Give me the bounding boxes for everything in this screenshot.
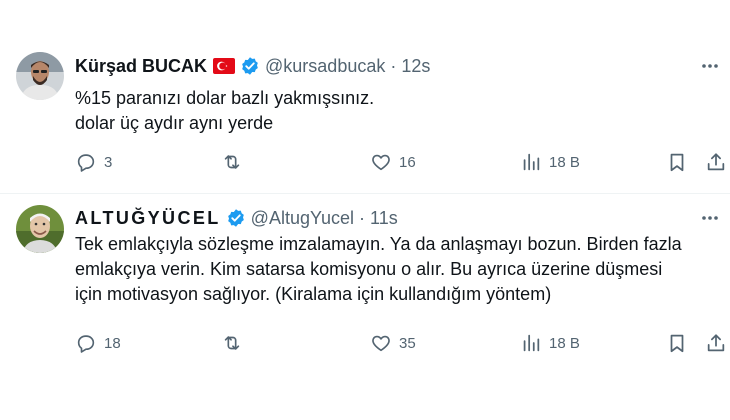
views-count: 18 B bbox=[549, 153, 580, 171]
tweet-text-line: Tek emlakçıyla sözleşme imzalamayın. Ya … bbox=[75, 234, 682, 254]
reply-icon bbox=[77, 154, 95, 172]
separator: · bbox=[390, 55, 397, 76]
reply-count: 18 bbox=[104, 334, 121, 352]
like-icon bbox=[372, 154, 390, 171]
bookmark-button[interactable] bbox=[666, 150, 688, 174]
bookmark-icon bbox=[670, 153, 684, 172]
tweet-text-line: emlakçıya verin. Kim satarsa komisyonu o… bbox=[75, 259, 663, 279]
reply-button[interactable]: 3 bbox=[75, 150, 112, 174]
avatar-image bbox=[16, 52, 64, 100]
retweet-button[interactable] bbox=[221, 331, 250, 355]
like-count: 16 bbox=[399, 153, 416, 171]
separator: · bbox=[359, 207, 366, 228]
bookmark-icon bbox=[670, 334, 684, 353]
views-icon bbox=[523, 334, 540, 352]
like-button[interactable]: 35 bbox=[370, 331, 416, 355]
author-name[interactable]: ALTUĞYÜCEL bbox=[75, 208, 221, 229]
tweet[interactable]: ALTUĞYÜCEL @AltugYucel · 11s Tek emlakçı… bbox=[0, 193, 730, 420]
turkey-flag-icon bbox=[213, 58, 236, 74]
bookmark-button[interactable] bbox=[666, 331, 688, 355]
tweet-text-line: dolar üç aydır aynı yerde bbox=[75, 113, 274, 133]
tweet-actions: 18 35 18 B bbox=[75, 331, 725, 355]
views-count: 18 B bbox=[549, 334, 580, 352]
avatar[interactable] bbox=[16, 52, 64, 100]
retweet-icon bbox=[224, 155, 240, 169]
tweet-text: Tek emlakçıyla sözleşme imzalamayın. Ya … bbox=[75, 232, 715, 307]
share-button[interactable] bbox=[705, 150, 727, 174]
reply-button[interactable]: 18 bbox=[75, 331, 121, 355]
tweet-time[interactable]: 12s bbox=[401, 56, 430, 77]
tweet-header: Kürşad BUCAK @kursadbucak · 12s bbox=[75, 54, 430, 78]
share-icon bbox=[707, 153, 725, 171]
like-count: 35 bbox=[399, 334, 416, 352]
views-icon bbox=[523, 153, 540, 171]
author-handle[interactable]: @AltugYucel bbox=[251, 208, 354, 229]
share-button[interactable] bbox=[705, 331, 727, 355]
tweet-text: %15 paranızı dolar bazlı yakmışsınız. do… bbox=[75, 86, 715, 136]
more-icon[interactable] bbox=[698, 206, 722, 230]
views-button[interactable]: 18 B bbox=[520, 150, 580, 174]
more-icon[interactable] bbox=[698, 54, 722, 78]
views-button[interactable]: 18 B bbox=[520, 331, 580, 355]
author-name[interactable]: Kürşad BUCAK bbox=[75, 56, 207, 77]
verified-badge-icon bbox=[226, 208, 246, 228]
like-icon bbox=[372, 335, 390, 352]
retweet-button[interactable] bbox=[221, 150, 250, 174]
reply-icon bbox=[77, 335, 95, 353]
author-handle[interactable]: @kursadbucak bbox=[265, 56, 385, 77]
verified-badge-icon bbox=[240, 56, 260, 76]
tweet-text-line: %15 paranızı dolar bazlı yakmışsınız. bbox=[75, 88, 375, 108]
tweet-actions: 3 16 18 B bbox=[75, 150, 725, 174]
avatar[interactable] bbox=[16, 205, 64, 253]
share-icon bbox=[707, 334, 725, 352]
avatar-image bbox=[16, 205, 64, 253]
like-button[interactable]: 16 bbox=[370, 150, 416, 174]
reply-count: 3 bbox=[104, 153, 113, 171]
retweet-icon bbox=[224, 336, 240, 350]
tweet-time[interactable]: 11s bbox=[370, 208, 398, 229]
tweet-text-line: için motivasyon sağlıyor. (Kiralama için… bbox=[75, 284, 552, 304]
tweet[interactable]: Kürşad BUCAK @kursadbucak · 12s %15 para… bbox=[0, 0, 730, 193]
tweet-header: ALTUĞYÜCEL @AltugYucel · 11s bbox=[75, 206, 398, 230]
